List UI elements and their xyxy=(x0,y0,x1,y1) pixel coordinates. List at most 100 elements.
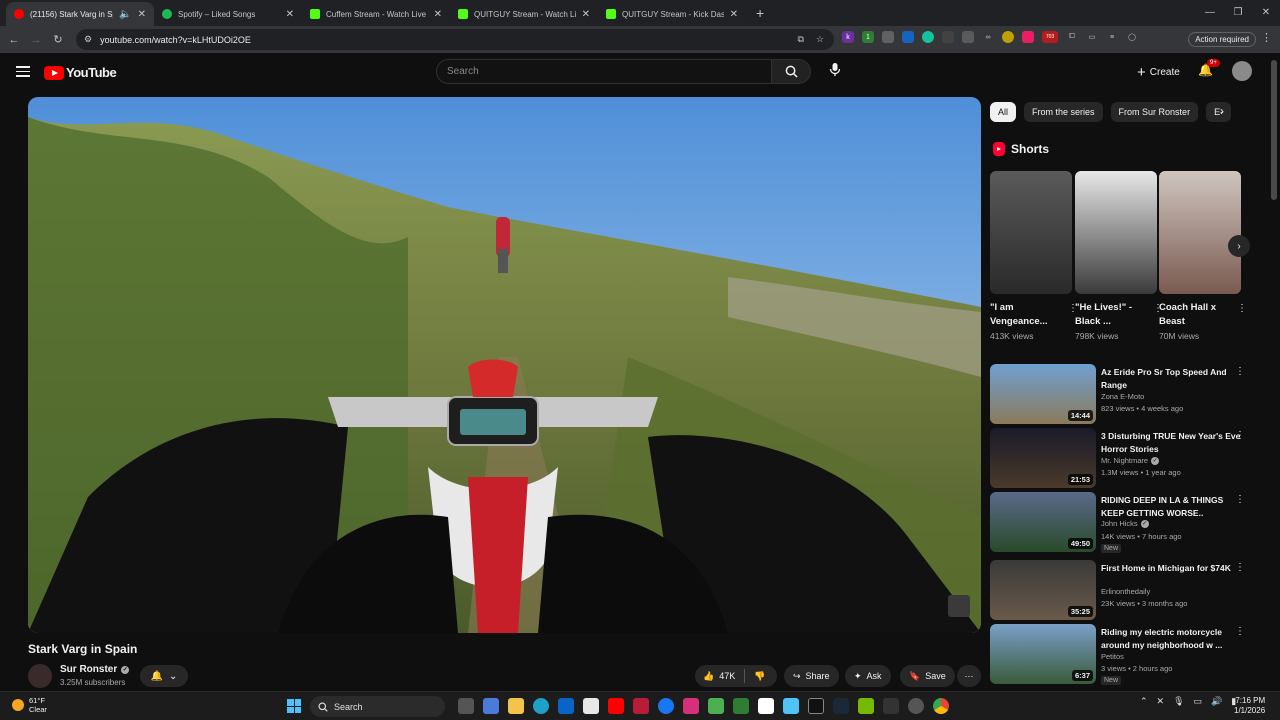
chip-all[interactable]: All xyxy=(990,102,1017,122)
chrome-icon[interactable] xyxy=(933,698,949,714)
mic-tray-icon[interactable]: 🎙 xyxy=(1173,696,1184,707)
video-title[interactable]: 3 Disturbing TRUE New Year's Eve Horror … xyxy=(1101,430,1241,455)
facebook-icon[interactable] xyxy=(658,698,674,714)
chevron-up-icon[interactable]: ⌃ xyxy=(1140,696,1148,707)
share-button[interactable]: ↪ Share xyxy=(784,665,839,687)
recommendation-item[interactable]: 35:25 First Home in Michigan for $74K Er… xyxy=(990,560,1250,622)
extension-icon[interactable] xyxy=(882,31,894,43)
close-window-icon[interactable]: ✕ xyxy=(1252,0,1280,24)
app-icon[interactable] xyxy=(883,698,899,714)
file-explorer-icon[interactable] xyxy=(508,698,524,714)
extension-icon[interactable] xyxy=(902,31,914,43)
browser-menu-icon[interactable]: ⋮ xyxy=(1261,31,1272,44)
more-vertical-icon[interactable]: ⋮ xyxy=(1235,626,1245,637)
channel-avatar[interactable] xyxy=(28,664,52,688)
channel-name[interactable]: Erlinonthedaily xyxy=(1101,587,1150,596)
outlook-icon[interactable] xyxy=(558,698,574,714)
forward-icon[interactable]: → xyxy=(25,34,47,46)
more-vertical-icon[interactable]: ⋮ xyxy=(1235,562,1245,573)
video-player[interactable] xyxy=(28,97,981,633)
action-required-button[interactable]: Action required xyxy=(1188,32,1256,47)
short-thumbnail[interactable] xyxy=(990,171,1072,294)
chevron-right-icon[interactable]: › xyxy=(1220,104,1224,118)
video-title[interactable]: Riding my electric motorcycle around my … xyxy=(1101,626,1241,651)
browser-tab[interactable]: Cuffem Stream - Watch Live on ✕ xyxy=(302,2,450,26)
chip-from-series[interactable]: From the series xyxy=(1024,102,1103,122)
short-title[interactable]: Coach Hall x Beast xyxy=(1159,301,1227,329)
edge-icon[interactable] xyxy=(533,698,549,714)
chip-e[interactable]: E- xyxy=(1206,102,1232,122)
microphone-icon[interactable] xyxy=(826,62,844,80)
network-icon[interactable]: ▭ xyxy=(1194,696,1203,707)
amazon-icon[interactable] xyxy=(758,698,774,714)
volume-icon[interactable]: 🔊 xyxy=(1211,696,1222,707)
grammarly-icon[interactable] xyxy=(922,31,934,43)
downloads-icon[interactable]: ≡ xyxy=(1106,31,1118,43)
more-vertical-icon[interactable]: ⋮ xyxy=(1237,303,1247,314)
kick-extension-icon[interactable]: k xyxy=(842,31,854,43)
create-button[interactable]: + Create xyxy=(1129,61,1188,83)
close-tab-icon[interactable]: ✕ xyxy=(286,9,294,20)
search-button[interactable] xyxy=(771,59,811,84)
tray-app-icon[interactable]: ✕ xyxy=(1157,696,1165,707)
more-vertical-icon[interactable]: ⋮ xyxy=(1235,430,1245,441)
youtube-logo[interactable]: YouTube xyxy=(44,65,117,80)
browser-tab[interactable]: QUITGUY Stream - Kick Dashbo ✕ xyxy=(598,2,746,26)
short-title[interactable]: "He Lives!" - Black ... xyxy=(1075,301,1143,329)
extension-icon[interactable] xyxy=(1022,31,1034,43)
nvidia-icon[interactable] xyxy=(858,698,874,714)
app-icon[interactable] xyxy=(908,698,924,714)
subscribed-notifications-button[interactable]: 🔔 ⌄ xyxy=(140,665,188,687)
extension-icon[interactable] xyxy=(962,31,974,43)
weather-widget[interactable]: 61°F Clear xyxy=(12,696,47,714)
recommendation-item[interactable]: 6:37 Riding my electric motorcycle aroun… xyxy=(990,624,1250,686)
extension-icon[interactable] xyxy=(942,31,954,43)
channel-name[interactable]: Sur Ronster ✓ xyxy=(60,664,130,675)
hamburger-menu-icon[interactable] xyxy=(16,66,30,80)
channel-name[interactable]: John Hicks ✓ xyxy=(1101,519,1149,528)
close-tab-icon[interactable]: ✕ xyxy=(730,9,738,20)
site-info-icon[interactable]: ⚙ xyxy=(84,34,92,45)
recommendation-item[interactable]: 14:44 Az Eride Pro Sr Top Speed And Rang… xyxy=(990,364,1250,426)
ask-button[interactable]: ✦ Ask xyxy=(845,665,891,687)
app-icon[interactable] xyxy=(733,698,749,714)
video-thumbnail[interactable]: 49:50 xyxy=(990,492,1096,552)
video-thumbnail[interactable]: 14:44 xyxy=(990,364,1096,424)
windows-start-icon[interactable] xyxy=(287,699,301,713)
capcut-icon[interactable] xyxy=(808,698,824,714)
install-icon[interactable]: ⧉ xyxy=(797,34,803,45)
video-thumbnail[interactable]: 35:25 xyxy=(990,560,1096,620)
short-title[interactable]: "I am Vengeance... xyxy=(990,301,1058,329)
recommendation-item[interactable]: 49:50 RIDING DEEP IN LA & THINGS KEEP GE… xyxy=(990,492,1250,554)
youtube-app-icon[interactable] xyxy=(608,698,624,714)
video-title[interactable]: First Home in Michigan for $74K xyxy=(1101,562,1241,575)
minimize-icon[interactable]: — xyxy=(1196,0,1224,24)
speaker-icon[interactable]: 🔈 xyxy=(119,9,131,20)
extension-icon[interactable]: ∞ xyxy=(982,31,994,43)
steam-icon[interactable] xyxy=(833,698,849,714)
url-bar[interactable]: ⚙ youtube.com/watch?v=kLHtUDOi2OE ⧉ ☆ xyxy=(76,29,834,50)
copilot-icon[interactable] xyxy=(483,698,499,714)
chip-from-channel[interactable]: From Sur Ronster xyxy=(1110,102,1199,122)
short-item[interactable]: Coach Hall x Beast 70M views ⋮ xyxy=(1159,171,1247,341)
save-button[interactable]: 🔖 Save xyxy=(900,665,955,687)
bookmark-star-icon[interactable]: ☆ xyxy=(816,34,824,45)
calendar-icon[interactable] xyxy=(583,698,599,714)
recommendation-item[interactable]: 21:53 3 Disturbing TRUE New Year's Eve H… xyxy=(990,428,1250,490)
like-icon[interactable]: 👍 xyxy=(703,671,714,682)
reload-icon[interactable]: ↻ xyxy=(47,33,69,46)
back-icon[interactable]: ← xyxy=(3,34,25,46)
channel-name[interactable]: Petitos xyxy=(1101,652,1124,661)
more-vertical-icon[interactable]: ⋮ xyxy=(1235,366,1245,377)
channel-name[interactable]: Zona E-Moto xyxy=(1101,392,1144,401)
short-item[interactable]: "I am Vengeance... 413K views ⋮ xyxy=(990,171,1078,341)
instagram-icon[interactable] xyxy=(683,698,699,714)
account-avatar[interactable] xyxy=(1232,61,1252,81)
browser-tab[interactable]: (21156) Stark Varg in Spain 🔈 ✕ xyxy=(6,2,154,26)
video-thumbnail[interactable]: 21:53 xyxy=(990,428,1096,488)
browser-tab[interactable]: Spotify – Liked Songs ✕ xyxy=(154,2,302,26)
profile-icon[interactable]: ◯ xyxy=(1126,31,1138,43)
video-title[interactable]: Az Eride Pro Sr Top Speed And Range xyxy=(1101,366,1241,391)
like-count[interactable]: 47K xyxy=(719,671,735,681)
maximize-icon[interactable]: ❐ xyxy=(1224,0,1252,24)
